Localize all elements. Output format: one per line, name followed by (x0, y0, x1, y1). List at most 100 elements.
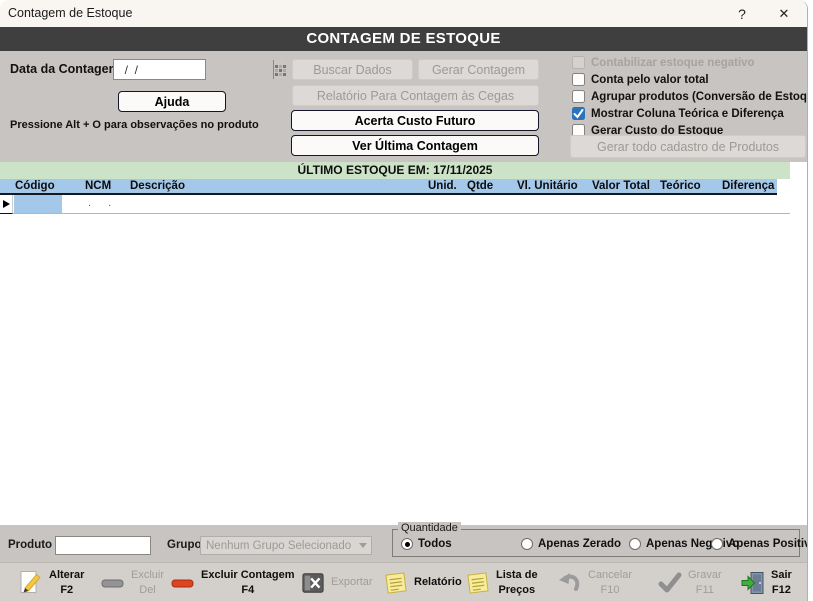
checkbox-icon (572, 56, 585, 69)
product-label: Produto (8, 539, 52, 551)
excel-icon (300, 570, 326, 596)
checkbox-label: Agrupar produtos (Conversão de Estoque) (591, 91, 808, 103)
check-icon (657, 570, 683, 596)
minus-gray-icon (100, 570, 126, 596)
gerar-todo-cadastro-button[interactable]: Gerar todo cadastro de Produtos (570, 135, 806, 158)
column-header-teorico[interactable]: Teórico (660, 180, 701, 192)
toolbar-label: Alterar (49, 568, 84, 582)
ajuda-button[interactable]: Ajuda (118, 91, 226, 112)
checkbox-contabilizar-estoque-negativo[interactable]: Contabilizar estoque negativo (572, 55, 755, 70)
excluir-contagem-button[interactable]: Excluir ContagemF4 (170, 567, 295, 598)
row-selector-arrow-icon (3, 200, 10, 208)
column-header-vl-unitario[interactable]: Vl. Unitário (517, 180, 578, 192)
column-header-codigo[interactable]: Código (15, 180, 55, 192)
cancelar-button[interactable]: CancelarF10 (557, 567, 632, 598)
relatorio-button[interactable]: Relatório (383, 567, 462, 598)
quantity-groupbox: Quantidade Todos Apenas Zerado Apenas Ne… (392, 529, 800, 557)
checkbox-icon (572, 107, 585, 120)
alt-o-hint: Pressione Alt + O para observações no pr… (10, 119, 259, 131)
date-field[interactable] (113, 59, 206, 80)
toolbar-label: Relatório (414, 575, 462, 589)
chevron-down-icon (355, 543, 371, 548)
toolbar-key: F4 (201, 583, 295, 597)
column-header-diferenca[interactable]: Diferença (722, 180, 774, 192)
checkbox-label: Conta pelo valor total (591, 74, 709, 86)
toolbar-label: Excluir Contagem (201, 568, 295, 582)
radio-icon (401, 538, 413, 550)
window-title: Contagem de Estoque (8, 6, 132, 20)
product-input[interactable] (55, 536, 151, 555)
undo-arrow-icon (557, 570, 583, 596)
column-header-unid[interactable]: Unid. (428, 180, 457, 192)
radio-todos[interactable]: Todos (401, 537, 452, 551)
calendar-grid-icon (274, 64, 286, 76)
checkbox-icon (572, 73, 585, 86)
notepad-icon (383, 570, 409, 596)
sair-button[interactable]: SairF12 (740, 567, 792, 598)
close-button[interactable]: ✕ (767, 3, 801, 25)
quantity-legend: Quantidade (398, 522, 461, 534)
toolbar-key: Del (131, 583, 164, 597)
radio-label: Apenas Zerado (538, 538, 621, 550)
toolbar-key: F11 (688, 583, 722, 597)
row-selector (0, 195, 13, 214)
column-header-descricao[interactable]: Descrição (130, 180, 185, 192)
pencil-icon (18, 570, 44, 596)
excluir-button[interactable]: ExcluirDel (100, 567, 164, 598)
last-stock-banner: ÚLTIMO ESTOQUE EM: 17/11/2025 (0, 162, 790, 179)
toolbar-label: Excluir (131, 568, 164, 582)
table-row[interactable]: . . (0, 195, 790, 214)
radio-apenas-positivo[interactable]: Apenas Positivo (711, 537, 808, 551)
checkbox-label: Contabilizar estoque negativo (591, 57, 755, 69)
checkbox-agrupar-produtos[interactable]: Agrupar produtos (Conversão de Estoque) (572, 89, 808, 104)
column-header-valor-total[interactable]: Valor Total (592, 180, 650, 192)
date-label: Data da Contagem: (10, 62, 124, 76)
alterar-button[interactable]: AlterarF2 (18, 567, 84, 598)
checkbox-mostrar-coluna-teorica[interactable]: Mostrar Coluna Teórica e Diferença (572, 106, 784, 121)
toolbar-key: Preços (496, 583, 538, 597)
relatorio-contagem-cegas-button[interactable]: Relatório Para Contagem às Cegas (292, 85, 539, 106)
exportar-button[interactable]: Exportar (300, 567, 373, 598)
toolbar-key: F10 (588, 583, 632, 597)
titlebar: Contagem de Estoque ? ✕ (0, 0, 807, 27)
date-input[interactable] (114, 60, 273, 79)
toolbar-label: Lista de (496, 568, 538, 582)
exit-door-icon (740, 570, 766, 596)
calendar-picker-button[interactable] (273, 60, 286, 79)
table-header: Código NCM Descrição Unid. Qtde Vl. Unit… (0, 179, 777, 195)
buscar-dados-button[interactable]: Buscar Dados (292, 59, 413, 80)
group-dropdown-value: Nenhum Grupo Selecionado (201, 540, 355, 552)
gravar-button[interactable]: GravarF11 (657, 567, 722, 598)
checkbox-label: Mostrar Coluna Teórica e Diferença (591, 108, 784, 120)
toolbar-label: Sair (771, 568, 792, 582)
toolbar-label: Gravar (688, 568, 722, 582)
ver-ultima-contagem-button[interactable]: Ver Última Contagem (291, 135, 539, 156)
checkbox-icon (572, 90, 585, 103)
lista-de-precos-button[interactable]: Lista dePreços (465, 567, 538, 598)
radio-icon (711, 538, 723, 550)
acerta-custo-futuro-button[interactable]: Acerta Custo Futuro (291, 110, 539, 131)
group-dropdown[interactable]: Nenhum Grupo Selecionado (200, 536, 372, 555)
checkbox-conta-pelo-valor-total[interactable]: Conta pelo valor total (572, 72, 709, 87)
ncm-mask: . . (88, 197, 118, 209)
notepad-icon (465, 570, 491, 596)
radio-icon (521, 538, 533, 550)
toolbar-key: F2 (49, 583, 84, 597)
radio-label: Apenas Positivo (728, 538, 808, 550)
toolbar-key: F12 (771, 583, 792, 597)
filter-bar: Produto Grupo Nenhum Grupo Selecionado Q… (0, 525, 807, 562)
bottom-toolbar: AlterarF2 ExcluirDel Excluir ContagemF4 (0, 562, 807, 601)
form-area: Data da Contagem: Ajuda Pressione Alt + … (0, 51, 807, 162)
toolbar-label: Exportar (331, 575, 373, 589)
column-header-ncm[interactable]: NCM (85, 180, 111, 192)
radio-apenas-zerado[interactable]: Apenas Zerado (521, 537, 621, 551)
radio-icon (629, 538, 641, 550)
help-button[interactable]: ? (725, 3, 759, 25)
minus-red-icon (170, 570, 196, 596)
column-header-qtde[interactable]: Qtde (467, 180, 493, 192)
page-title: CONTAGEM DE ESTOQUE (0, 27, 807, 51)
group-label: Grupo (167, 539, 202, 551)
selected-cell-codigo[interactable] (14, 195, 62, 213)
toolbar-label: Cancelar (588, 568, 632, 582)
gerar-contagem-button[interactable]: Gerar Contagem (418, 59, 539, 80)
